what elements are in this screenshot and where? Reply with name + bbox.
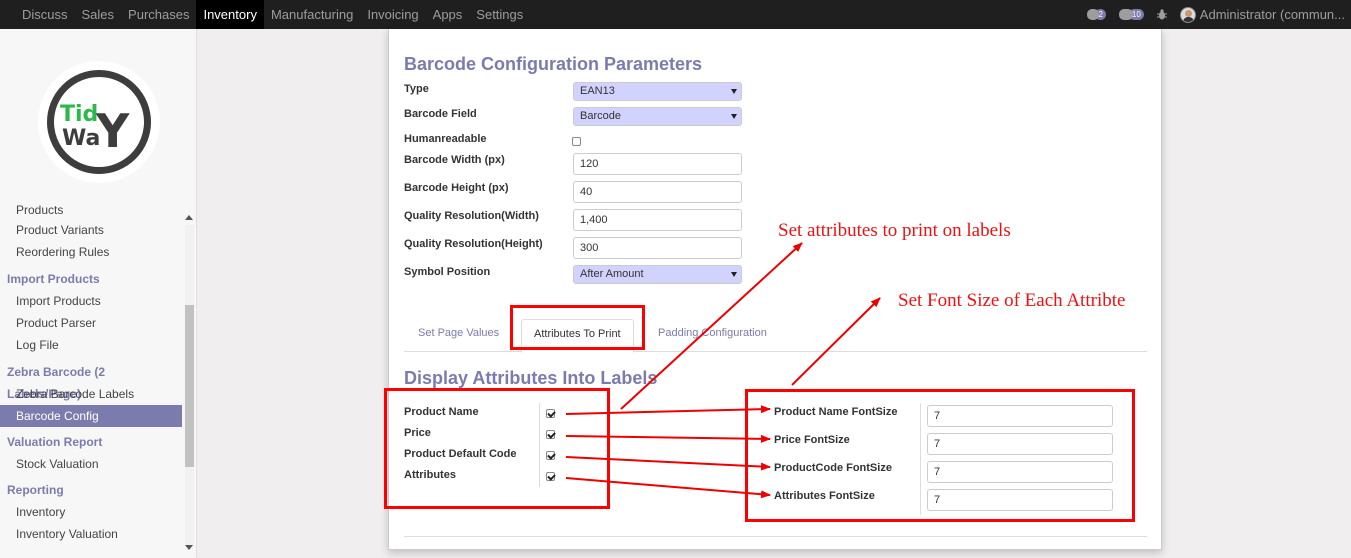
sidebar-section-zebra[interactable]: Zebra Barcode (2 Labels/Page) [0, 361, 182, 401]
logo-lettering: Tid Wa Y [60, 102, 130, 158]
menu-invoicing[interactable]: Invoicing [360, 0, 425, 29]
svg-text:Y: Y [95, 104, 130, 158]
sidebar-section-import[interactable]: Import Products [0, 268, 182, 290]
company-logo: Tid Wa Y [38, 61, 160, 183]
tab-set-page-values[interactable]: Set Page Values [418, 327, 499, 339]
type-label: Type [404, 83, 429, 95]
sidebar-item-stock-valuation[interactable]: Stock Valuation [0, 453, 182, 475]
top-navbar: Discuss Sales Purchases Inventory Manufa… [0, 0, 1351, 29]
quality-height-input[interactable]: 300 [573, 237, 742, 259]
barcode-height-label: Barcode Height (px) [404, 182, 509, 194]
svg-text:Tid: Tid [60, 102, 98, 127]
annotation-box-tab [510, 305, 645, 350]
chevron-down-icon [731, 272, 737, 277]
barcode-width-input[interactable]: 120 [573, 153, 742, 175]
menu-inventory[interactable]: Inventory [196, 0, 264, 29]
chat-button[interactable]: 2 [1087, 9, 1106, 20]
barcode-field-select[interactable]: Barcode [573, 107, 742, 126]
annotation-box-checkboxes [384, 388, 610, 509]
menu-sales[interactable]: Sales [75, 0, 122, 29]
sidebar-item-import-products[interactable]: Import Products [0, 290, 182, 312]
sidebar-item-inventory-valuation[interactable]: Inventory Valuation [0, 523, 182, 545]
sidebar-item-products[interactable]: Products [0, 205, 182, 219]
chevron-down-icon [731, 89, 737, 94]
sidebar-scrollbar[interactable] [183, 215, 195, 555]
comments-icon [1118, 9, 1133, 20]
symbol-position-select[interactable]: After Amount [573, 265, 742, 284]
scroll-down-icon[interactable] [185, 545, 193, 550]
svg-text:Wa: Wa [62, 126, 100, 151]
menu-discuss[interactable]: Discuss [15, 0, 75, 29]
quality-height-label: Quality Resolution(Height) [404, 238, 543, 250]
barcode-config-title: Barcode Configuration Parameters [404, 54, 703, 74]
humanreadable-label: Humanreadable [404, 133, 487, 145]
user-name: Administrator (commun... [1199, 7, 1345, 22]
scroll-up-icon[interactable] [185, 215, 193, 220]
barcode-height-input[interactable]: 40 [573, 181, 742, 203]
sidebar-item-zebra-barcode-labels[interactable]: Zebra Barcode Labels [0, 383, 182, 405]
sidebar-item-inventory[interactable]: Inventory [0, 501, 182, 523]
display-attributes-title: Display Attributes Into Labels [404, 368, 658, 388]
sidebar-menu: Products Product Variants Reordering Rul… [0, 205, 182, 545]
app-menu: Discuss Sales Purchases Inventory Manufa… [0, 0, 530, 29]
symbol-position-label: Symbol Position [404, 266, 491, 278]
avatar [1179, 6, 1196, 23]
menu-settings[interactable]: Settings [469, 0, 530, 29]
sidebar-item-log-file[interactable]: Log File [0, 334, 182, 356]
sidebar: Tid Wa Y Products Product Variants Reord… [0, 29, 197, 558]
systray: 2 10 Administrator (commun... [1087, 0, 1351, 29]
sidebar-item-product-variants[interactable]: Product Variants [0, 219, 182, 241]
tab-padding-configuration[interactable]: Padding Configuration [658, 327, 767, 339]
menu-apps[interactable]: Apps [426, 0, 470, 29]
sidebar-section-valuation[interactable]: Valuation Report [0, 431, 182, 453]
bug-icon [1156, 9, 1167, 20]
activity-button[interactable]: 10 [1118, 9, 1144, 20]
annotation-attributes-note: Set attributes to print on labels [778, 220, 1011, 241]
barcode-field-label: Barcode Field [404, 108, 477, 120]
barcode-width-label: Barcode Width (px) [404, 154, 505, 166]
annotation-fontsize-note: Set Font Size of Each Attribte [898, 290, 1126, 311]
chevron-down-icon [731, 114, 737, 119]
menu-manufacturing[interactable]: Manufacturing [264, 0, 360, 29]
divider [404, 536, 1147, 537]
humanreadable-checkbox[interactable] [572, 137, 581, 146]
quality-width-input[interactable]: 1,400 [573, 209, 742, 231]
annotation-box-fontsizes [745, 389, 1135, 522]
sidebar-item-product-parser[interactable]: Product Parser [0, 312, 182, 334]
scroll-thumb[interactable] [185, 305, 194, 467]
sidebar-item-barcode-config[interactable]: Barcode Config [0, 405, 182, 427]
debug-button[interactable] [1156, 9, 1167, 20]
sidebar-item-reordering-rules[interactable]: Reordering Rules [0, 241, 182, 263]
user-menu[interactable]: Administrator (commun... [1179, 6, 1351, 23]
quality-width-label: Quality Resolution(Width) [404, 210, 539, 222]
sidebar-section-reporting[interactable]: Reporting [0, 479, 182, 501]
menu-purchases[interactable]: Purchases [121, 0, 196, 29]
chat-icon [1087, 9, 1100, 20]
type-select[interactable]: EAN13 [573, 82, 742, 101]
